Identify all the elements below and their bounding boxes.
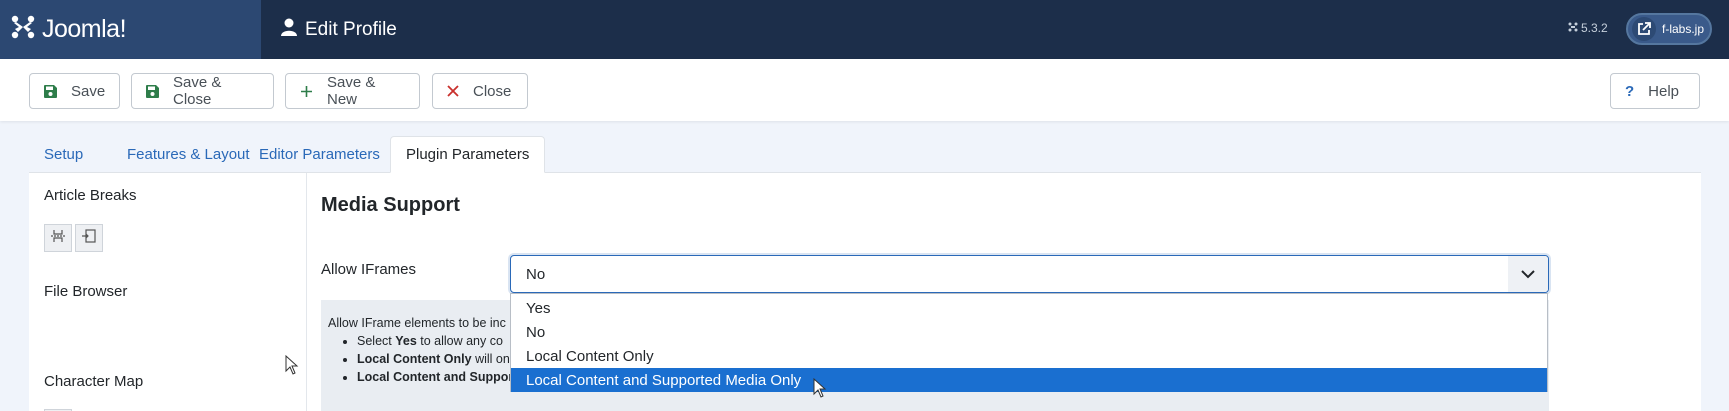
section-title: Media Support <box>321 194 460 216</box>
save-new-label: Save & New <box>327 74 376 108</box>
top-header: Joomla! Edit Profile 5.3.2 f-labs.jp <box>0 0 1729 59</box>
item-strong: Local Content Only <box>357 352 472 366</box>
item-text: to allow any co <box>416 334 503 348</box>
site-label: f-labs.jp <box>1662 22 1705 36</box>
close-label: Close <box>473 82 512 100</box>
external-link-icon <box>1632 17 1656 41</box>
readmore-icon <box>82 228 96 248</box>
user-icon <box>281 18 297 41</box>
tab-plugin-parameters[interactable]: Plugin Parameters <box>390 136 546 173</box>
help-label: Help <box>1648 82 1680 100</box>
list-item: Local Content Only will on <box>357 352 513 366</box>
save-label: Save <box>71 82 106 100</box>
option-local-content-supported-media[interactable]: Local Content and Supported Media Only <box>511 368 1547 392</box>
joomla-brand[interactable]: Joomla! <box>0 0 261 59</box>
select-value: No <box>526 266 546 283</box>
tab-features-layout[interactable]: Features & Layout <box>112 136 265 173</box>
view-site-button[interactable]: f-labs.jp <box>1626 13 1712 45</box>
item-text: Select <box>357 334 396 348</box>
allow-iframes-options: Yes No Local Content Only Local Content … <box>510 293 1548 392</box>
character-map-label: Character Map <box>44 373 144 390</box>
option-yes[interactable]: Yes <box>511 296 1547 320</box>
option-local-content-only[interactable]: Local Content Only <box>511 344 1547 368</box>
tab-bar: Setup Features & Layout Editor Parameter… <box>29 136 1701 173</box>
description-list: Select Yes to allow any co Local Content… <box>357 334 513 388</box>
joomla-logo-icon <box>10 14 36 45</box>
version-badge: 5.3.2 <box>1568 21 1608 35</box>
plugin-list: Article Breaks File Browser Character Ma… <box>29 173 307 411</box>
tab-editor-parameters[interactable]: Editor Parameters <box>244 136 395 173</box>
pagebreak-button[interactable] <box>44 224 72 252</box>
item-strong: Local Content and Suppor <box>357 370 514 384</box>
mouse-cursor-icon <box>813 377 827 403</box>
list-item: Local Content and Suppor <box>357 370 513 384</box>
allow-iframes-select[interactable]: No <box>510 255 1549 293</box>
close-button[interactable]: Close <box>432 73 528 109</box>
option-no[interactable]: No <box>511 320 1547 344</box>
save-new-button[interactable]: Save & New <box>285 73 420 109</box>
plus-icon <box>300 85 313 98</box>
allow-iframes-label: Allow IFrames <box>321 261 417 278</box>
readmore-button[interactable] <box>75 224 103 252</box>
pagebreak-icon <box>51 229 65 248</box>
page-title: Edit Profile <box>305 18 397 40</box>
save-close-button[interactable]: Save & Close <box>131 73 274 109</box>
question-icon: ? <box>1625 82 1635 100</box>
save-button[interactable]: Save <box>29 73 120 109</box>
tab-setup[interactable]: Setup <box>29 136 98 173</box>
description-intro: Allow IFrame elements to be inc <box>328 316 506 330</box>
page-heading: Edit Profile <box>281 0 397 59</box>
item-strong: Yes <box>395 334 417 348</box>
joomla-small-icon <box>1568 21 1578 35</box>
chevron-down-icon[interactable] <box>1508 256 1548 292</box>
article-breaks-label: Article Breaks <box>44 187 137 204</box>
save-icon <box>44 84 57 98</box>
close-icon <box>447 85 459 97</box>
save-close-label: Save & Close <box>173 74 222 108</box>
version-text: 5.3.2 <box>1581 21 1608 35</box>
file-browser-label: File Browser <box>44 283 128 300</box>
list-item: Select Yes to allow any co <box>357 334 513 348</box>
mouse-cursor-icon <box>285 354 299 380</box>
item-text: will on <box>471 352 510 366</box>
save-icon <box>146 84 159 98</box>
help-button[interactable]: ? Help <box>1610 73 1700 109</box>
brand-name: Joomla! <box>42 15 127 43</box>
toolbar: Save Save & Close Save & New Close ? Hel… <box>0 59 1729 121</box>
